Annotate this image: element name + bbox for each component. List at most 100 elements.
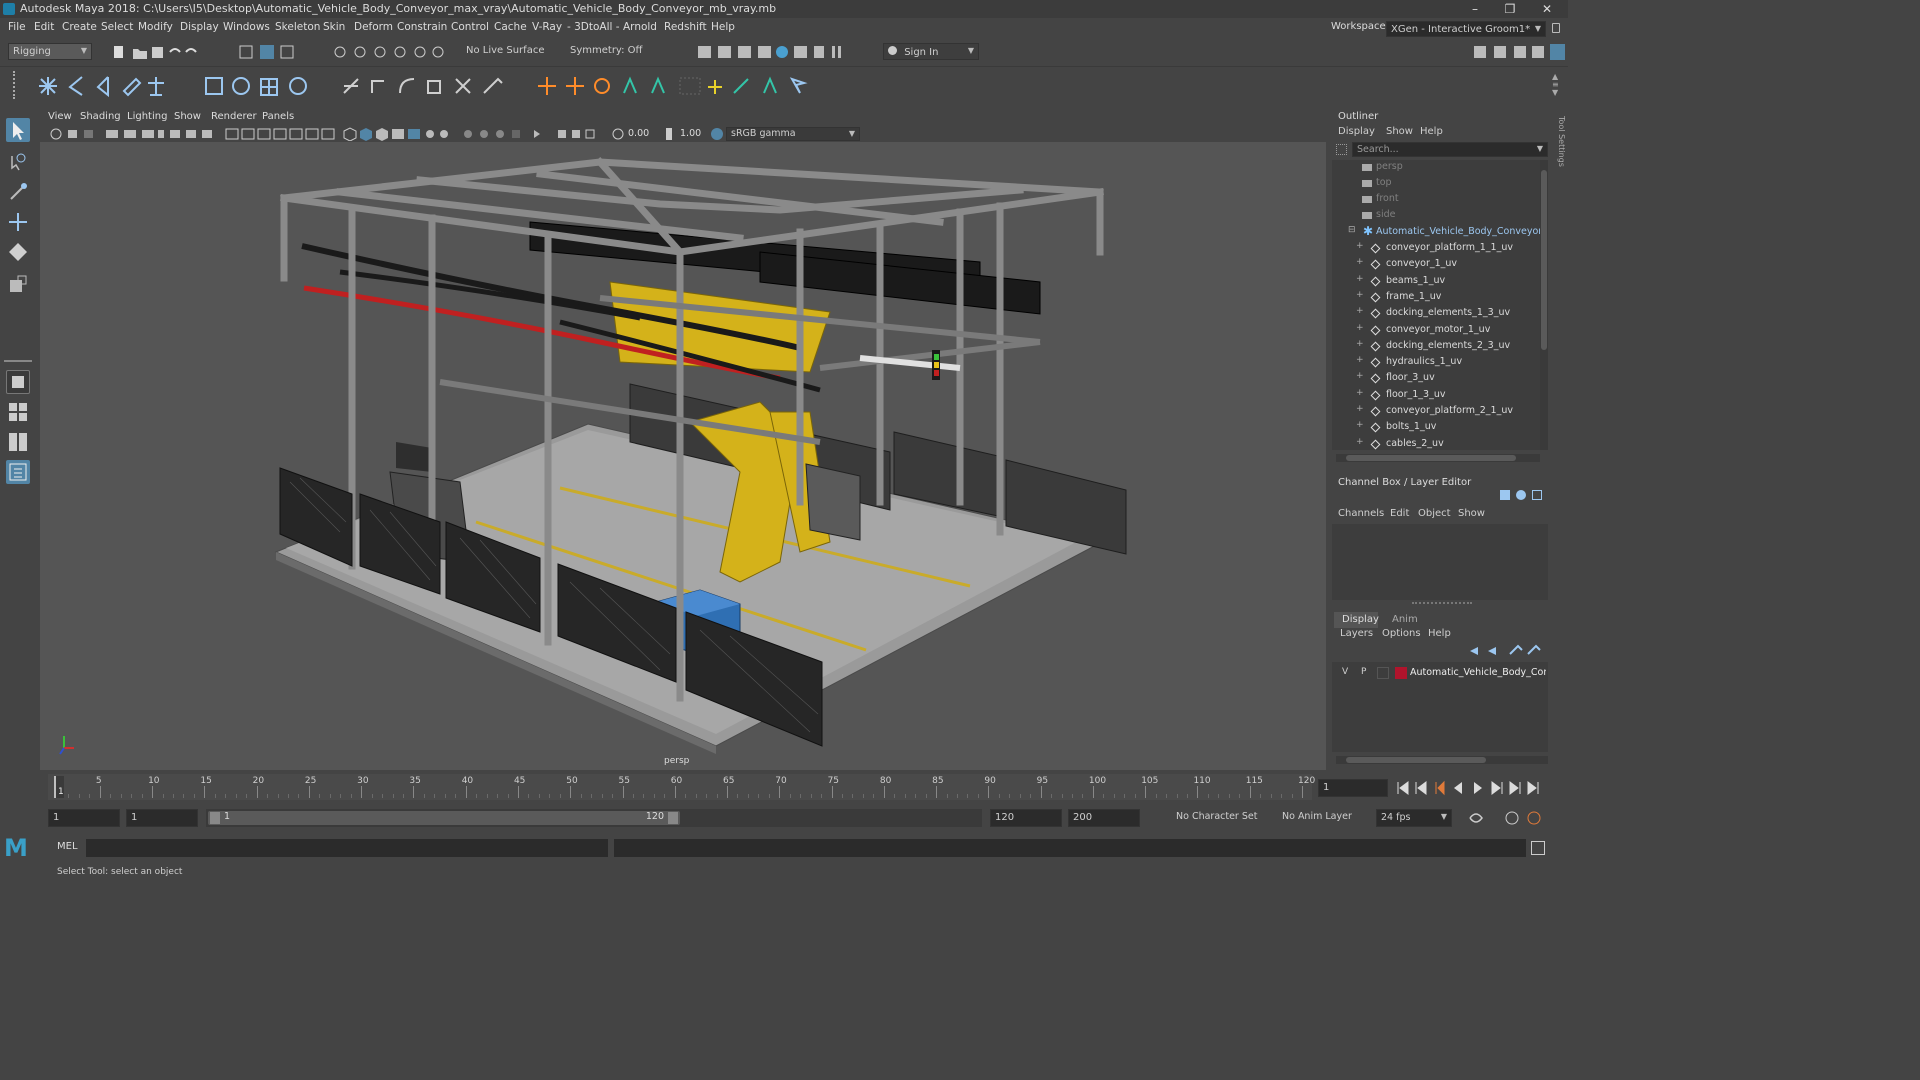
layer-menu-layers[interactable]: Layers — [1340, 628, 1373, 639]
animation-start-field[interactable]: 1 — [48, 809, 120, 827]
select-object-icon[interactable] — [260, 45, 274, 59]
script-language-label[interactable]: MEL — [57, 841, 78, 852]
outliner-vscroll-thumb[interactable] — [1541, 170, 1547, 350]
outliner-search-input[interactable]: Search... ▼ — [1352, 142, 1548, 157]
locator-icon[interactable] — [538, 77, 556, 95]
new-layer-icon[interactable] — [1527, 644, 1541, 655]
bind-skin-icon[interactable] — [205, 77, 223, 95]
time-slider[interactable]: 1 5 10 15 20 25 30 35 40 45 50 55 60 65 70 75 80 85 90 95 1… — [40, 774, 1315, 800]
menuset-select[interactable]: Rigging ▼ — [8, 43, 92, 60]
exposure-value[interactable]: 0.00 — [628, 128, 649, 139]
expand-icon[interactable]: + — [1356, 355, 1364, 365]
grid-icon[interactable] — [225, 128, 239, 140]
rotate-tool-icon[interactable] — [6, 240, 30, 264]
outliner-menu-help[interactable]: Help — [1420, 126, 1443, 137]
layer-visibility-toggle[interactable]: V — [1342, 667, 1348, 677]
panel-menu-panels[interactable]: Panels — [262, 111, 294, 122]
step-forward-frame-icon[interactable] — [1491, 781, 1503, 795]
channel-menu-edit[interactable]: Edit — [1390, 508, 1409, 519]
minimize-button[interactable]: – — [1460, 0, 1490, 18]
outliner-hscroll-thumb[interactable] — [1346, 455, 1516, 461]
fps-select[interactable]: 24 fps ▼ — [1376, 809, 1452, 827]
step-back-key-icon[interactable] — [1415, 781, 1427, 795]
playback-end-field[interactable]: 120 — [990, 809, 1062, 827]
panel-divider[interactable] — [1412, 602, 1472, 604]
outliner-item[interactable]: + docking_elements_2_3_uv — [1332, 339, 1540, 355]
ipr-render-icon[interactable] — [738, 46, 751, 58]
outliner-item[interactable]: + hydraulics_1_uv — [1332, 355, 1540, 371]
select-hierarchy-icon[interactable] — [239, 45, 253, 59]
channel-box-manipulator-icon[interactable] — [1516, 490, 1526, 500]
snap-view-plane-icon[interactable] — [414, 46, 426, 58]
field-chart-icon[interactable] — [257, 128, 271, 140]
xray-active-icon[interactable] — [572, 130, 580, 138]
layer-hscrollbar[interactable] — [1336, 756, 1548, 764]
pause-icon[interactable] — [832, 46, 835, 58]
workspace-select[interactable]: XGen - Interactive Groom1* ▼ — [1386, 21, 1546, 37]
lock-camera-icon[interactable] — [84, 130, 93, 138]
save-scene-icon[interactable] — [152, 47, 163, 58]
layer-editor-toggle-icon[interactable] — [1550, 44, 1565, 60]
render-current-frame-icon[interactable] — [718, 46, 731, 58]
animation-preferences-icon[interactable] — [1527, 811, 1541, 825]
expand-icon[interactable]: + — [1356, 388, 1364, 398]
outliner-menu-show[interactable]: Show — [1386, 126, 1413, 137]
expand-icon[interactable]: + — [1356, 371, 1364, 381]
range-handle-end-icon[interactable] — [668, 812, 678, 824]
camera-attributes-icon[interactable] — [50, 128, 62, 140]
outliner-item[interactable]: + conveyor_platform_2_1_uv — [1332, 404, 1540, 420]
gamma-icon[interactable] — [666, 128, 672, 140]
select-component-icon[interactable] — [280, 45, 294, 59]
film-gate-icon[interactable] — [186, 130, 196, 138]
color-management-icon[interactable] — [711, 128, 723, 140]
select-tool-icon[interactable] — [6, 118, 30, 142]
smooth-shade-icon[interactable] — [360, 128, 372, 141]
anti-aliasing-icon[interactable] — [496, 130, 504, 138]
depth-of-field-icon[interactable] — [512, 130, 520, 138]
snap-grid-icon[interactable] — [334, 46, 346, 58]
textured-icon[interactable] — [392, 129, 404, 139]
four-view-layout-icon[interactable] — [6, 400, 30, 424]
point-constraint-icon[interactable] — [343, 78, 359, 94]
use-all-lights-icon[interactable] — [426, 130, 434, 138]
sign-in-button[interactable]: Sign In ▼ — [883, 43, 979, 60]
scale-tool-icon[interactable] — [6, 272, 30, 296]
snap-curve-icon[interactable] — [354, 46, 366, 58]
menu-3dtoall[interactable]: - 3DtoAll - — [567, 21, 620, 33]
outliner-item[interactable]: + conveyor_1_uv — [1332, 257, 1540, 273]
play-forward-icon[interactable] — [1474, 782, 1482, 794]
two-view-layout-icon[interactable] — [6, 430, 30, 454]
outliner-item-top[interactable]: top — [1332, 176, 1540, 192]
exposure-icon[interactable] — [612, 128, 624, 140]
menu-control[interactable]: Control — [451, 21, 489, 33]
grid-toggle-icon[interactable] — [170, 130, 180, 138]
scene-view[interactable] — [40, 142, 1326, 770]
live-surface-field[interactable]: No Live Surface — [462, 43, 544, 60]
go-to-end-icon[interactable] — [1527, 781, 1539, 795]
expand-icon[interactable]: + — [1356, 257, 1364, 267]
2d-pan-zoom-icon[interactable] — [142, 130, 154, 138]
xray-icon[interactable] — [408, 129, 420, 139]
light-editor-icon[interactable] — [814, 46, 824, 58]
panel-menu-lighting[interactable]: Lighting — [127, 111, 167, 122]
menu-help[interactable]: Help — [711, 21, 735, 33]
new-layer-selected-icon[interactable] — [1509, 644, 1523, 655]
close-button[interactable]: ✕ — [1532, 0, 1562, 18]
outliner-vscrollbar[interactable] — [1540, 160, 1548, 450]
current-frame-marker[interactable]: 1 — [54, 776, 64, 798]
wireframe-on-shaded-icon[interactable] — [376, 128, 388, 141]
anim-layer-select[interactable]: No Anim Layer — [1262, 809, 1362, 827]
layer-menu-help[interactable]: Help — [1428, 628, 1451, 639]
new-scene-icon[interactable] — [114, 46, 123, 58]
range-slider-handle[interactable]: 1 120 — [208, 811, 680, 825]
collapse-icon[interactable]: ⊟ — [1348, 225, 1356, 235]
expand-icon[interactable]: + — [1356, 323, 1364, 333]
orient-constraint-icon[interactable] — [399, 78, 415, 94]
layer-hscroll-thumb[interactable] — [1346, 757, 1486, 763]
set-key-icon[interactable] — [708, 80, 722, 94]
command-input[interactable] — [86, 839, 608, 857]
outliner-item-root[interactable]: ⊟ ✱ Automatic_Vehicle_Body_Conveyor_ncl1 — [1332, 224, 1540, 241]
aim-constraint-icon[interactable] — [371, 80, 384, 93]
playback-start-field[interactable]: 1 — [126, 809, 198, 827]
resolution-gate-icon[interactable] — [202, 130, 212, 138]
